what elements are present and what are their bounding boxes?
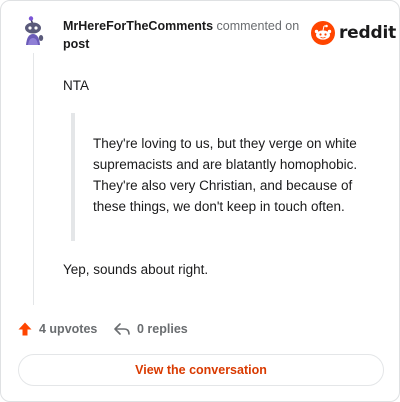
comment-meta: MrHereForTheComments commented on bbox=[63, 18, 299, 34]
commented-on-text: commented on bbox=[216, 19, 300, 33]
view-conversation-button[interactable]: View the conversation bbox=[18, 354, 384, 386]
upvote-button[interactable]: 4 upvotes bbox=[17, 319, 97, 339]
comment-reply: Yep, sounds about right. bbox=[63, 262, 209, 277]
upvote-arrow-icon bbox=[18, 322, 32, 336]
thread-line bbox=[33, 53, 34, 305]
snoo-avatar-icon[interactable] bbox=[17, 15, 49, 47]
author-link[interactable]: MrHereForTheComments bbox=[63, 19, 213, 33]
upvote-count: 4 upvotes bbox=[39, 322, 98, 336]
reddit-snoo-icon bbox=[311, 21, 335, 45]
reddit-wordmark: reddit bbox=[339, 23, 397, 43]
reddit-logo[interactable]: reddit bbox=[311, 20, 396, 46]
replies-button[interactable]: 0 replies bbox=[113, 319, 188, 339]
comment-blockquote: They're loving to us, but they verge on … bbox=[71, 113, 371, 241]
blockquote-text: They're loving to us, but they verge on … bbox=[93, 136, 358, 214]
post-link[interactable]: post bbox=[63, 36, 89, 52]
reply-arrow-icon bbox=[114, 323, 130, 335]
reply-count: 0 replies bbox=[137, 322, 188, 336]
embedded-comment-card: MrHereForTheComments commented on post r… bbox=[0, 0, 400, 402]
comment-intro: NTA bbox=[63, 78, 89, 93]
